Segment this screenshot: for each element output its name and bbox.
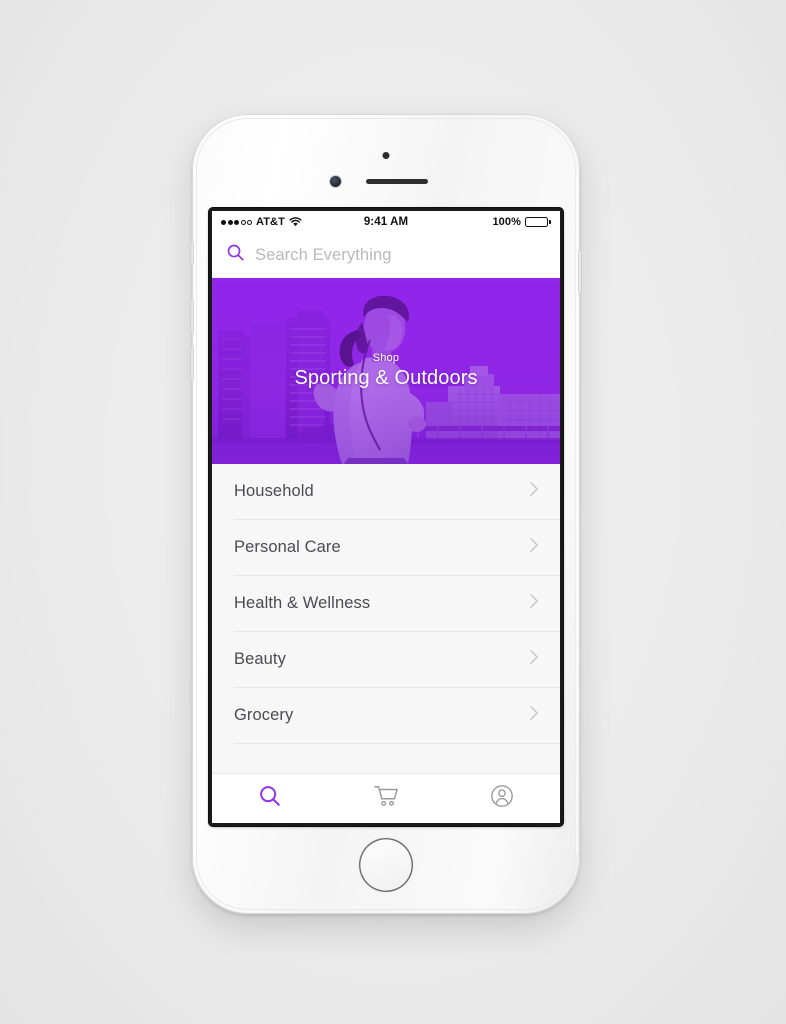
hero-title: Sporting & Outdoors bbox=[294, 367, 478, 389]
phone-screen: AT&T 9:41 AM 100% Search Everything Shop… bbox=[212, 211, 560, 823]
front-camera-icon bbox=[330, 176, 341, 187]
search-bar[interactable]: Search Everything bbox=[212, 233, 560, 278]
screenshot-canvas: AT&T 9:41 AM 100% Search Everything Shop… bbox=[0, 0, 786, 1024]
battery-percent-label: 100% bbox=[492, 216, 521, 228]
list-item-label: Personal Care bbox=[234, 538, 341, 556]
proximity-sensor-icon bbox=[382, 152, 390, 159]
phone-device: AT&T 9:41 AM 100% Search Everything Shop… bbox=[190, 114, 582, 914]
chevron-right-icon bbox=[529, 480, 540, 503]
volume-down-button[interactable] bbox=[190, 346, 194, 380]
list-item-label: Health & Wellness bbox=[234, 594, 371, 612]
volume-up-button[interactable] bbox=[190, 300, 194, 334]
tab-cart[interactable] bbox=[328, 774, 444, 823]
battery-icon bbox=[525, 217, 551, 227]
carrier-label: AT&T bbox=[256, 216, 285, 228]
list-item[interactable]: Household bbox=[234, 464, 560, 520]
list-item[interactable]: Beauty bbox=[234, 632, 560, 688]
account-circle-icon[interactable] bbox=[490, 784, 514, 813]
search-icon[interactable] bbox=[226, 243, 245, 267]
chevron-right-icon bbox=[529, 536, 540, 559]
shopping-cart-icon[interactable] bbox=[373, 784, 399, 813]
chevron-right-icon bbox=[529, 648, 540, 671]
list-item[interactable]: Personal Care bbox=[234, 520, 560, 576]
screen-bezel: AT&T 9:41 AM 100% Search Everything Shop… bbox=[209, 208, 563, 826]
tab-account[interactable] bbox=[444, 774, 560, 823]
power-button[interactable] bbox=[578, 250, 582, 294]
search-input[interactable]: Search Everything bbox=[255, 246, 392, 265]
hero-text-block: Shop Sporting & Outdoors bbox=[212, 352, 560, 390]
earpiece-speaker bbox=[366, 179, 428, 184]
signal-strength-icon bbox=[221, 219, 252, 225]
list-item-label: Grocery bbox=[234, 706, 294, 724]
status-bar-left: AT&T bbox=[221, 216, 364, 228]
bottom-tab-bar bbox=[212, 773, 560, 823]
category-list: Household Personal Care Health & Wellnes… bbox=[212, 464, 560, 773]
chevron-right-icon bbox=[529, 592, 540, 615]
hero-kicker: Shop bbox=[372, 352, 400, 364]
list-item-label: Household bbox=[234, 482, 314, 500]
clock-label: 9:41 AM bbox=[363, 216, 409, 228]
status-bar-right: 100% bbox=[408, 216, 551, 228]
hero-banner[interactable]: Shop Sporting & Outdoors bbox=[212, 278, 560, 464]
list-item[interactable]: Health & Wellness bbox=[234, 576, 560, 632]
list-item-label: Beauty bbox=[234, 650, 286, 668]
status-bar: AT&T 9:41 AM 100% bbox=[212, 211, 560, 233]
chevron-right-icon bbox=[529, 704, 540, 727]
phone-chamfer-left bbox=[194, 174, 197, 854]
tab-search[interactable] bbox=[212, 774, 328, 823]
home-button[interactable] bbox=[359, 838, 413, 892]
search-icon[interactable] bbox=[258, 784, 282, 813]
mute-switch[interactable] bbox=[190, 242, 194, 264]
wifi-icon bbox=[289, 217, 302, 227]
list-item[interactable]: Grocery bbox=[234, 688, 560, 744]
